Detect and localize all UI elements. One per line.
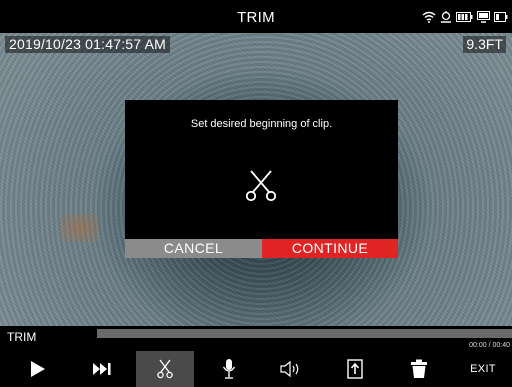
delete-button[interactable] <box>390 351 448 387</box>
trim-dialog: Set desired beginning of clip. CANCEL CO… <box>125 100 398 258</box>
exit-button[interactable]: EXIT <box>454 351 512 387</box>
distance-overlay: 9.3FT <box>463 36 506 53</box>
scissors-icon <box>157 359 173 379</box>
camera-battery-icon <box>494 12 508 22</box>
trim-button[interactable] <box>136 351 194 387</box>
audio-button[interactable] <box>262 351 320 387</box>
microphone-icon <box>222 358 236 380</box>
export-button[interactable] <box>326 351 384 387</box>
toolbar: EXIT <box>0 351 512 387</box>
exit-label: EXIT <box>470 363 496 375</box>
trash-icon <box>410 359 428 379</box>
scissors-icon <box>245 168 277 207</box>
speaker-icon <box>280 360 302 378</box>
play-button[interactable] <box>9 351 67 387</box>
timeline-track[interactable] <box>97 329 512 338</box>
timeline: TRIM 00:00 / 00:40 <box>0 326 512 351</box>
wifi-icon <box>422 11 436 23</box>
play-icon <box>30 360 46 378</box>
monitor-icon <box>477 11 490 23</box>
timeline-label: TRIM <box>7 330 37 344</box>
export-icon <box>347 359 363 379</box>
battery-icon <box>456 12 473 22</box>
timestamp-overlay: 2019/10/23 01:47:57 AM <box>5 36 170 53</box>
gps-icon <box>440 10 452 24</box>
dialog-message: Set desired beginning of clip. <box>190 118 333 130</box>
cancel-button[interactable]: CANCEL <box>125 239 262 258</box>
skip-next-icon <box>92 362 112 376</box>
skip-next-button[interactable] <box>73 351 131 387</box>
top-bar: TRIM <box>0 0 512 33</box>
timeline-time: 00:00 / 00:40 <box>469 342 510 349</box>
continue-button[interactable]: CONTINUE <box>262 239 398 258</box>
status-icons <box>422 9 508 25</box>
microphone-button[interactable] <box>200 351 258 387</box>
